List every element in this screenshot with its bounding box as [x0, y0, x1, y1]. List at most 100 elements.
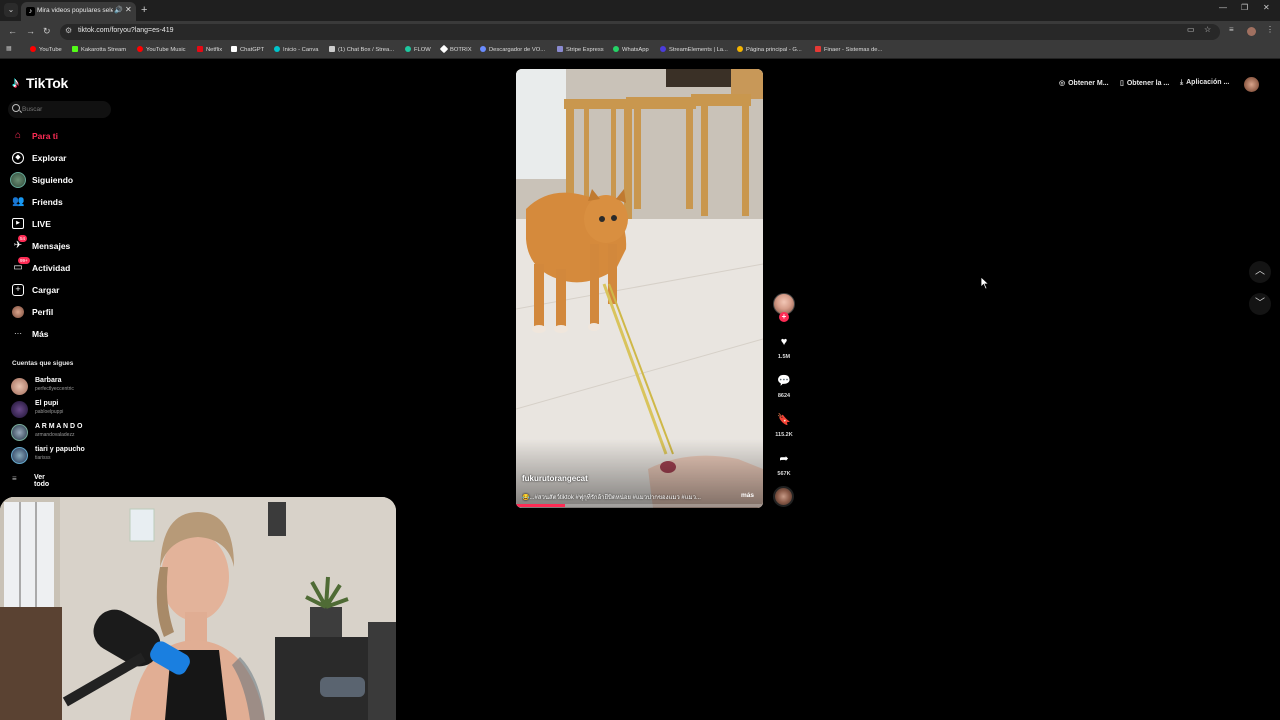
bookmark-label: ChatGPT — [240, 47, 265, 53]
get-coins-button[interactable]: ◎ Obtener M... — [1059, 79, 1109, 87]
share-button[interactable]: ➦ 567K — [771, 452, 797, 477]
chevron-up-icon: ︿ — [1255, 266, 1265, 277]
desktop-app-button[interactable]: ⤓ Aplicación ... — [1180, 79, 1229, 87]
browser-menu-icon[interactable]: ⋮ — [1266, 25, 1274, 34]
nav-live[interactable]: ▶ LIVE — [10, 215, 110, 233]
site-info-icon[interactable]: ⚙ — [65, 26, 72, 35]
bookmark-kakarotta[interactable]: Kakarotta Stream — [72, 46, 126, 53]
bookmark-streamelements[interactable]: StreamElements | La... — [660, 46, 728, 53]
like-button[interactable]: ♥ 1.5M — [771, 335, 797, 360]
bookmark-label: Descargador de VO... — [489, 47, 546, 53]
follow-button[interactable]: + — [779, 312, 789, 322]
bookmark-label: YouTube — [39, 47, 62, 53]
bookmark-finaer[interactable]: Finaer - Sistemas de... — [815, 46, 882, 53]
new-tab-button[interactable]: + — [141, 3, 147, 17]
save-button[interactable]: 🔖 115.2K — [771, 413, 797, 438]
avatar — [11, 401, 28, 418]
video-author[interactable]: fukurutorangecat — [522, 474, 588, 483]
bookmark-flow[interactable]: FLOW — [405, 46, 431, 53]
nav-label: Siguiendo — [32, 175, 74, 185]
back-icon[interactable]: ← — [8, 25, 17, 37]
nav-para-ti[interactable]: ⌂ Para ti — [10, 127, 110, 145]
bookmark-label: Netflix — [206, 47, 223, 53]
share-icon: ➦ — [779, 453, 789, 465]
bookmark-label: (1) Chat Box / Strea... — [338, 47, 395, 53]
bookmark-label: Página principal - G... — [746, 47, 802, 53]
tiktok-note-icon: ♪ — [12, 74, 19, 90]
comment-button[interactable]: 💬 8624 — [771, 374, 797, 399]
bookmark-netflix[interactable]: Netflix — [197, 46, 222, 53]
bookmark-chatbox[interactable]: (1) Chat Box / Strea... — [329, 46, 394, 53]
minimize-icon[interactable]: — — [1219, 3, 1227, 12]
see-more-link[interactable]: más — [741, 492, 754, 499]
video-player[interactable]: fukurutorangecat 😂...#สวนสัตว์tiktok #ฟุ… — [516, 69, 763, 508]
nav-label: LIVE — [32, 219, 51, 229]
close-window-icon[interactable]: ✕ — [1263, 3, 1270, 12]
extensions-icon[interactable]: ≡ — [1229, 25, 1234, 34]
apps-grid-icon[interactable]: ▦ — [6, 46, 11, 52]
account-barbara[interactable]: Barbara perfectlyeccentric — [10, 376, 120, 396]
music-disc-icon[interactable] — [773, 486, 794, 507]
bookmark-whatsapp[interactable]: WhatsApp — [613, 46, 649, 53]
nav-friends[interactable]: 👥 Friends — [10, 193, 110, 211]
share-count: 567K — [777, 471, 791, 477]
bookmark-label: BOTRIX — [450, 47, 472, 53]
more-icon: ··· — [14, 329, 22, 338]
get-app-button[interactable]: ▯ Obtener la ... — [1120, 79, 1169, 87]
video-progress-bar[interactable] — [516, 504, 763, 507]
bookmark-label: WhatsApp — [622, 47, 649, 53]
tab-search-button[interactable]: ⌄ — [4, 3, 18, 17]
nav-mensajes[interactable]: ✈ 54 Mensajes — [10, 235, 110, 255]
browser-tab[interactable]: ♪ Mira videos populares selec 🔊 ✕ — [21, 2, 136, 21]
account-armando[interactable]: A R M A N D O armandovaladezz — [10, 422, 120, 442]
webcam-overlay — [0, 497, 396, 720]
bookmark-youtube[interactable]: YouTube — [30, 46, 62, 53]
nav-actividad[interactable]: ▭ 99+ Actividad — [10, 257, 110, 277]
reload-icon[interactable]: ↻ — [43, 25, 51, 37]
bookmark-stripe[interactable]: Stripe Express — [557, 46, 604, 53]
user-avatar[interactable] — [1244, 77, 1259, 92]
search-icon — [12, 104, 20, 112]
tiktok-favicon-icon: ♪ — [26, 7, 35, 16]
bookmark-label: Kakarotta Stream — [81, 47, 127, 53]
bookmark-youtube-music[interactable]: YouTube Music — [137, 46, 186, 53]
nav-explorar[interactable]: ◆ Explorar — [10, 149, 110, 167]
install-app-icon[interactable]: ▭ — [1187, 25, 1195, 34]
account-name: El pupi — [35, 400, 59, 407]
forward-icon[interactable]: → — [26, 25, 35, 37]
search-bar[interactable] — [8, 101, 111, 118]
nav-mas[interactable]: ··· Más — [10, 325, 110, 343]
bookmark-descargador[interactable]: Descargador de VO... — [480, 46, 545, 53]
bookmark-canva[interactable]: Inicio - Canva — [274, 46, 318, 53]
close-tab-icon[interactable]: ✕ — [125, 5, 132, 14]
profile-icon — [12, 306, 24, 318]
save-count: 115.2K — [775, 432, 793, 438]
audio-icon[interactable]: 🔊 — [114, 6, 123, 14]
restore-icon[interactable]: ❐ — [1241, 3, 1248, 12]
nav-siguiendo[interactable]: Siguiendo — [10, 171, 110, 189]
bookmark-icon: 🔖 — [777, 414, 791, 426]
nav-label: Cargar — [32, 285, 60, 295]
nav-perfil[interactable]: Perfil — [10, 303, 110, 321]
account-tiari-y-papucho[interactable]: tiari y papucho tiarisss — [10, 445, 120, 465]
omnibox[interactable]: ⚙ tiktok.com/foryou?lang=es-419 — [60, 24, 1220, 40]
account-el-pupi[interactable]: El pupi pabloelpuppi — [10, 399, 120, 419]
bookmark-pagina-principal[interactable]: Página principal - G... — [737, 46, 802, 53]
like-count: 1.5M — [777, 354, 791, 360]
nav-cargar[interactable]: + Cargar — [10, 281, 110, 299]
account-name: Barbara — [35, 377, 62, 384]
messages-badge: 54 — [18, 235, 28, 242]
previous-video-button[interactable]: ︿ — [1249, 261, 1271, 283]
bookmark-botrix[interactable]: BOTRIX — [439, 44, 472, 54]
profile-avatar[interactable] — [1247, 27, 1256, 36]
search-input[interactable] — [22, 104, 107, 115]
url-text[interactable]: tiktok.com/foryou?lang=es-419 — [78, 27, 174, 34]
bookmarks-bar: ▦ YouTube Kakarotta Stream YouTube Music… — [0, 42, 1280, 59]
bookmark-label: Inicio - Canva — [283, 47, 319, 53]
bookmark-star-icon[interactable]: ☆ — [1204, 25, 1211, 34]
address-toolbar: ← → ↻ ⚙ tiktok.com/foryou?lang=es-419 ▭ … — [0, 21, 1280, 42]
next-video-button[interactable]: ﹀ — [1249, 293, 1271, 315]
video-frame — [516, 69, 763, 508]
activity-badge: 99+ — [18, 257, 30, 264]
bookmark-chatgpt[interactable]: ChatGPT — [231, 46, 264, 53]
